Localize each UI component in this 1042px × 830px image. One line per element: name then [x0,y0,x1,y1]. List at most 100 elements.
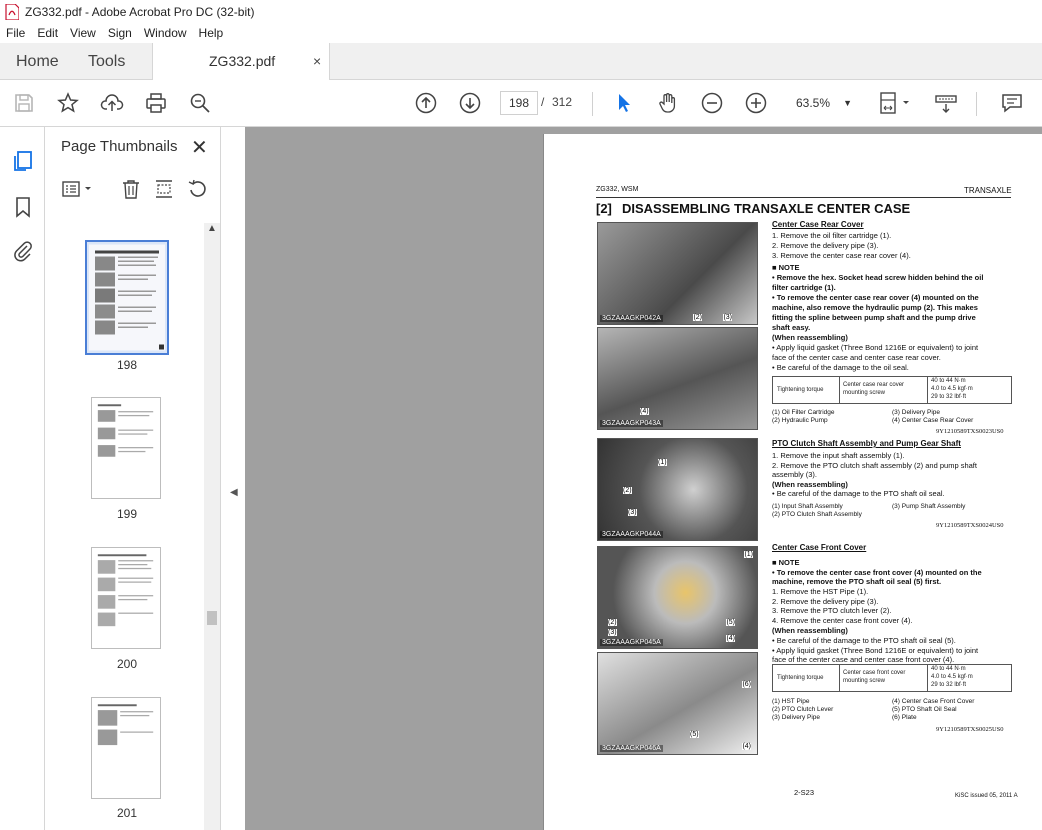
page-total: 312 [552,95,573,109]
thumbnails-scrollbar[interactable]: ▲ [204,223,220,830]
zoom-search-icon[interactable] [188,91,212,115]
step-text: 1. Remove the input shaft assembly (1). [772,451,905,460]
reassembling-label: (When reassembling) [772,480,848,489]
window-title: ZG332.pdf - Adobe Acrobat Pro DC (32-bit… [25,4,255,19]
note-text: machine, remove the PTO shaft oil seal (… [772,577,942,586]
figure-caption: 3GZAAAGKP044A [600,531,663,538]
reassembling-text: • Be careful of the damage to the PTO sh… [772,636,956,645]
thumbnail-preview [97,404,154,457]
scroll-up-icon[interactable]: ▲ [207,223,217,234]
menu-view[interactable]: View [64,26,102,40]
page-number-input[interactable]: 198 [500,91,538,115]
panel-close-icon[interactable]: ✕ [191,135,208,160]
document-view[interactable]: ZG332, WSM TRANSAXLE [2] DISASSEMBLING T… [245,127,1042,830]
rotate-page-icon[interactable] [187,178,209,200]
acrobat-pdf-icon [5,3,19,20]
figure-caption: 3GZAAAGKP045A [600,639,663,646]
figure-photo: 3GZAAAGKP046A (6) (5) (4) [597,652,758,755]
step-text: 3. Remove the PTO clutch lever (2). [772,606,892,615]
hand-tool-icon[interactable] [656,91,680,115]
reassembling-text: • Apply liquid gasket (Three Bond 1216E … [772,646,979,655]
figure-photo: 3GZAAAGKP042A (2) (3) [597,222,758,325]
section-number: [2] [596,201,612,216]
zoom-in-icon[interactable] [744,91,768,115]
callout-label: (1) [744,551,753,558]
callout-label: (2) [623,487,632,494]
thumbnail-page-200[interactable] [91,547,161,649]
chevron-down-icon: ▼ [843,98,852,108]
note-text: machine, also remove the hydraulic pump … [772,303,978,312]
toolbar: 198 / 312 63.5% ▼ [0,80,1042,127]
title-bar: ZG332.pdf - Adobe Acrobat Pro DC (32-bit… [0,0,1042,23]
subsection-heading: PTO Clutch Shaft Assembly and Pump Gear … [772,439,961,448]
thumbnail-page-201[interactable] [91,697,161,799]
subsection-heading: Center Case Rear Cover [772,220,864,229]
menu-sign[interactable]: Sign [102,26,138,40]
step-text: assembly (3). [772,470,818,479]
menu-edit[interactable]: Edit [31,26,64,40]
step-text: 3. Remove the center case rear cover (4)… [772,251,911,260]
note-label: ■ NOTE [772,558,800,567]
comment-icon[interactable] [1000,91,1024,115]
thumbnail-page-199[interactable] [91,397,161,499]
page-fit-icon[interactable] [878,91,914,115]
zoom-level-value: 63.5% [796,96,831,110]
note-text: fitting the spline between pump shaft an… [772,313,976,322]
bookmark-icon[interactable] [11,195,35,219]
note-text: • To remove the center case rear cover (… [772,293,979,302]
legend-item: (1) Input Shaft Assembly [772,503,843,510]
legend-item: (3) Delivery Pipe [772,714,821,721]
page-separator: / [541,95,545,109]
page-header-right: TRANSAXLE [964,186,1012,195]
reassembling-label: (When reassembling) [772,626,848,635]
table-divider [927,665,928,691]
collapse-panel-icon[interactable]: ◀ [230,487,238,498]
extract-page-icon[interactable] [153,178,175,200]
print-icon[interactable] [144,91,168,115]
thumbnail-page-198[interactable] [85,240,169,355]
previous-page-icon[interactable] [414,91,438,115]
reassembling-label: (When reassembling) [772,333,848,342]
legend-item: (3) Delivery Pipe [892,409,941,416]
menu-file[interactable]: File [0,26,31,40]
reassembling-text: face of the center case and center case … [772,655,955,664]
callout-label: (1) [658,459,667,466]
tab-tools[interactable]: Tools [88,43,125,80]
tab-document[interactable]: ZG332.pdf × [152,43,330,81]
next-page-icon[interactable] [458,91,482,115]
toolbar-divider [976,92,977,116]
star-icon[interactable] [56,91,80,115]
menu-window[interactable]: Window [138,26,193,40]
callout-label: (2) [608,619,617,626]
note-text: • Remove the hex. Socket head screw hidd… [772,273,984,282]
zoom-out-icon[interactable] [700,91,724,115]
callout-label: (2) [693,314,702,321]
page-thumbnails-icon[interactable] [11,149,35,173]
panel-title: Page Thumbnails [61,138,178,155]
zoom-level-dropdown[interactable]: 63.5% ▼ [786,91,858,115]
callout-label: (5) [726,619,735,626]
scrollbar-thumb[interactable] [207,611,217,625]
section-title: DISASSEMBLING TRANSAXLE CENTER CASE [622,201,911,216]
callout-label: (3) [628,509,637,516]
torque-value: 4.0 to 4.5 kgf·m [931,386,973,392]
delete-page-icon[interactable] [120,178,142,200]
tab-close-icon[interactable]: × [313,43,321,80]
scroll-mode-icon[interactable] [934,91,958,115]
attachment-icon[interactable] [11,239,35,263]
note-label: ■ NOTE [772,263,800,272]
torque-item: mounting screw [843,390,886,396]
select-cursor-icon[interactable] [612,91,636,115]
torque-item: Center case rear cover [843,382,905,388]
step-text: 4. Remove the center case front cover (4… [772,616,913,625]
subsection-heading: Center Case Front Cover [772,543,867,552]
menu-help[interactable]: Help [193,26,230,40]
thumbnail-options-icon[interactable] [61,178,95,200]
reassembling-text: face of the center case and center case … [772,353,941,362]
callout-label: (4) [640,408,649,415]
save-icon[interactable] [12,91,36,115]
tab-home[interactable]: Home [16,43,59,80]
legend-item: (2) PTO Clutch Shaft Assembly [772,511,862,518]
cloud-upload-icon[interactable] [100,91,124,115]
table-divider [839,665,840,691]
